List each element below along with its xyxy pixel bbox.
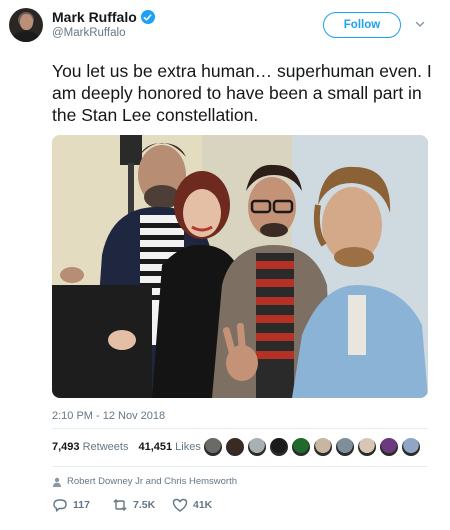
like-count: 41K: [193, 499, 213, 511]
verified-badge-icon: [140, 10, 155, 24]
avatar[interactable]: [9, 8, 43, 42]
retweet-button[interactable]: 7.5K: [112, 497, 172, 513]
liker-avatar[interactable]: [313, 437, 333, 457]
reply-button[interactable]: 117: [52, 497, 112, 513]
liker-avatar[interactable]: [401, 437, 421, 457]
retweets-label: Retweets: [82, 441, 129, 453]
reply-context: Robert Downey Jr and Chris Hemsworth: [52, 476, 237, 487]
tweet-header: Mark Ruffalo @MarkRuffalo Follow: [0, 0, 450, 56]
tweet-stats: 7,493 Retweets 41,451 Likes: [52, 441, 201, 453]
liker-avatar[interactable]: [247, 437, 267, 457]
heart-icon: [172, 498, 188, 512]
person-icon: [53, 477, 61, 487]
liker-avatar[interactable]: [357, 437, 377, 457]
tweet-timestamp[interactable]: 2:10 PM - 12 Nov 2018: [52, 410, 165, 422]
user-name[interactable]: Mark Ruffalo: [52, 9, 137, 25]
divider: [52, 428, 428, 429]
tweet-photo[interactable]: [52, 135, 428, 398]
liker-avatar[interactable]: [335, 437, 355, 457]
liker-avatar[interactable]: [291, 437, 311, 457]
liker-avatar[interactable]: [269, 437, 289, 457]
avatar-body: [13, 31, 39, 42]
retweets-count: 7,493: [52, 441, 80, 453]
like-button[interactable]: 41K: [172, 497, 232, 513]
liker-avatars: [203, 437, 421, 457]
avatar-face: [20, 14, 33, 30]
likes-count: 41,451: [138, 441, 173, 453]
likes-stat[interactable]: 41,451 Likes: [138, 441, 200, 453]
user-name-row: Mark Ruffalo: [52, 9, 155, 25]
retweet-count: 7.5K: [133, 499, 156, 511]
chevron-down-icon[interactable]: [414, 18, 426, 30]
tweet-actions: 117 7.5K 41K: [52, 497, 232, 513]
likes-label: Likes: [175, 441, 201, 453]
reply-icon: [53, 499, 67, 512]
tweet-card: Mark Ruffalo @MarkRuffalo Follow You let…: [0, 0, 450, 530]
liker-avatar[interactable]: [225, 437, 245, 457]
liker-avatar[interactable]: [203, 437, 223, 457]
follow-button[interactable]: Follow: [323, 12, 401, 38]
user-handle[interactable]: @MarkRuffalo: [52, 27, 125, 39]
retweets-stat[interactable]: 7,493 Retweets: [52, 441, 128, 453]
reply-count: 117: [73, 499, 90, 511]
retweet-icon: [113, 499, 127, 511]
tweet-text: You let us be extra human… superhuman ev…: [52, 61, 432, 125]
mentioned-users[interactable]: Robert Downey Jr and Chris Hemsworth: [67, 476, 237, 487]
liker-avatar[interactable]: [379, 437, 399, 457]
photo-illustration: [52, 135, 428, 398]
divider: [52, 466, 428, 467]
